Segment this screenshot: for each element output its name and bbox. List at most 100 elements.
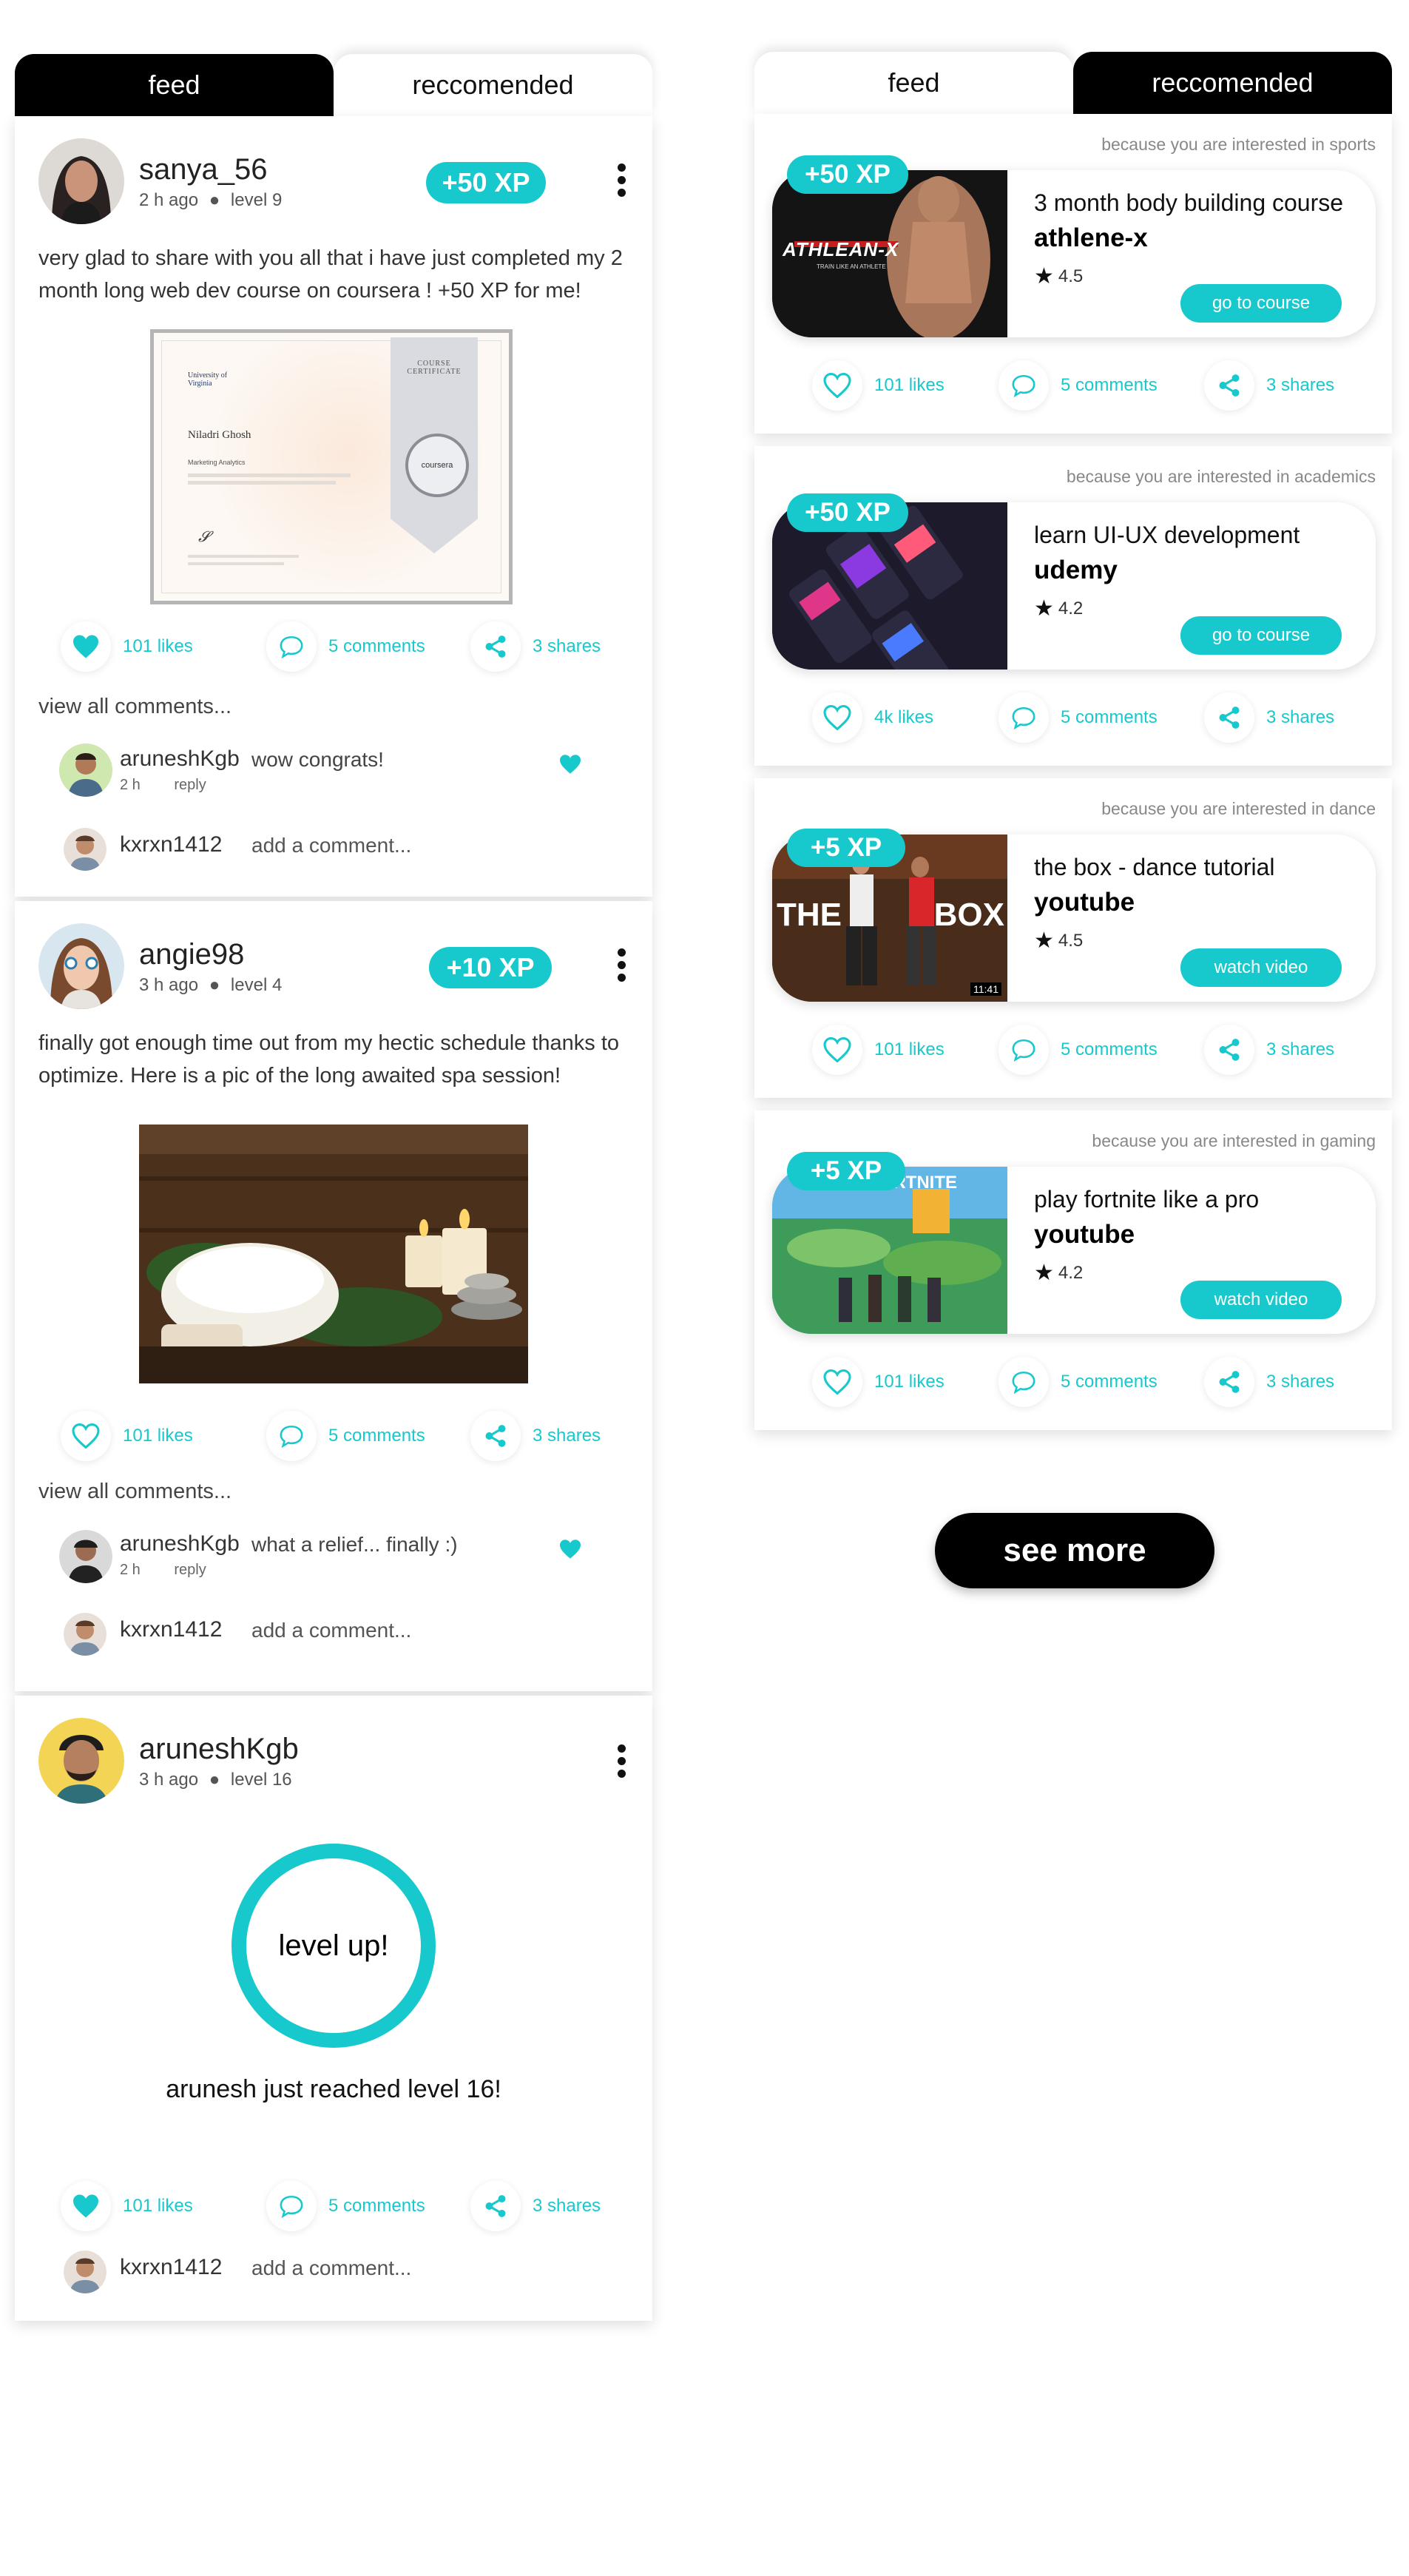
comment-button[interactable]: 5 comments	[999, 360, 1158, 411]
view-all-comments-link[interactable]: view all comments...	[38, 1480, 232, 1504]
certificate-seal: coursera	[405, 434, 469, 497]
level-up-text: level up!	[278, 1929, 389, 1962]
left-tab-feed[interactable]: feed	[15, 54, 334, 116]
watch-video-button[interactable]: watch video	[1180, 1281, 1342, 1319]
avatar[interactable]	[38, 138, 124, 224]
like-button[interactable]: 101 likes	[812, 360, 945, 411]
like-button[interactable]: 101 likes	[812, 1357, 945, 1407]
certificate-label: COURSE CERTIFICATE	[407, 360, 462, 376]
share-button[interactable]: 3 shares	[470, 2181, 601, 2231]
like-button[interactable]: 101 likes	[61, 1411, 193, 1461]
heart-icon	[823, 1037, 851, 1062]
commenter-name[interactable]: aruneshKgb	[120, 746, 240, 772]
course-rating: ★ 4.2	[1034, 596, 1083, 621]
comment-time: 2 h	[120, 777, 141, 793]
see-more-button[interactable]: see more	[935, 1513, 1214, 1588]
kebab-menu-icon[interactable]	[618, 948, 628, 986]
comment-button[interactable]: 5 comments	[999, 1357, 1158, 1407]
meta-dot: ●	[209, 1770, 220, 1790]
xp-badge: +50 XP	[787, 155, 908, 194]
share-button[interactable]: 3 shares	[470, 621, 601, 672]
current-user-avatar	[64, 2250, 107, 2293]
comment-button[interactable]: 5 comments	[266, 1411, 425, 1461]
watch-video-button[interactable]: watch video	[1180, 948, 1342, 987]
comment-icon	[280, 635, 303, 658]
video-title: the box - dance tutorial	[1034, 854, 1275, 880]
comment-button[interactable]: 5 comments	[266, 2181, 425, 2231]
comment-heart-icon[interactable]	[558, 1539, 582, 1560]
post-username[interactable]: aruneshKgb	[139, 1733, 299, 1766]
course-tile[interactable]: ATHLEAN-X TRAIN LIKE AN ATHLETE 3 month …	[772, 170, 1376, 337]
share-button[interactable]: 3 shares	[1204, 1025, 1334, 1075]
comments-count: 5 comments	[328, 1426, 425, 1446]
comment-heart-icon[interactable]	[558, 754, 582, 775]
avatar[interactable]	[38, 1718, 124, 1804]
reply-link[interactable]: reply	[174, 777, 206, 793]
commenter-avatar[interactable]	[59, 1530, 112, 1583]
view-all-comments-link[interactable]: view all comments...	[38, 695, 232, 719]
share-button[interactable]: 3 shares	[1204, 692, 1334, 743]
share-button[interactable]: 3 shares	[1204, 360, 1334, 411]
like-button[interactable]: 101 likes	[812, 1025, 945, 1075]
spa-photo[interactable]	[139, 1125, 528, 1383]
left-tab-recommended[interactable]: reccomended	[334, 54, 652, 116]
add-comment-input[interactable]: add a comment...	[251, 834, 411, 857]
right-tab-recommended[interactable]: reccomended	[1073, 52, 1392, 114]
recommendation-card: because you are interested in dance THE …	[754, 778, 1392, 1098]
post-card: sanya_56 2 h ago ● level 9 +50 XP very g…	[15, 116, 652, 897]
add-comment-input[interactable]: add a comment...	[251, 1619, 411, 1642]
meta-dot: ●	[209, 190, 220, 210]
kebab-menu-icon[interactable]	[618, 1744, 628, 1782]
post-username[interactable]: angie98	[139, 938, 244, 971]
add-comment-input[interactable]: add a comment...	[251, 2256, 411, 2280]
reply-link[interactable]: reply	[174, 1562, 206, 1578]
video-duration: 11:41	[970, 982, 1001, 996]
comments-count: 5 comments	[1061, 1039, 1158, 1059]
thumbnail-tagline: TRAIN LIKE AN ATHLETE	[817, 263, 886, 270]
heart-icon	[823, 1369, 851, 1395]
video-provider: youtube	[1034, 888, 1135, 917]
xp-badge: +5 XP	[787, 1152, 905, 1190]
signature: 𝓢	[198, 529, 210, 545]
right-tab-feed[interactable]: feed	[754, 52, 1073, 114]
star-icon: ★	[1034, 596, 1054, 621]
comment-icon	[1012, 1039, 1035, 1062]
share-button[interactable]: 3 shares	[470, 1411, 601, 1461]
recommendation-card: because you are interested in gaming FOR…	[754, 1110, 1392, 1430]
comment-button[interactable]: 5 comments	[999, 692, 1158, 743]
post-level: level 9	[230, 190, 283, 210]
rating-value: 4.5	[1058, 266, 1084, 286]
avatar[interactable]	[38, 923, 124, 1009]
star-icon: ★	[1034, 1261, 1054, 1285]
level-up-caption: arunesh just reached level 16!	[166, 2075, 501, 2103]
shares-count: 3 shares	[1266, 1372, 1335, 1392]
thumbnail-text-right: BOX	[933, 897, 1004, 933]
video-tile[interactable]: FORTNITE play fortnite like a pro youtub…	[772, 1167, 1376, 1334]
commenter-avatar[interactable]	[59, 744, 112, 797]
share-button[interactable]: 3 shares	[1204, 1357, 1334, 1407]
rating-value: 4.5	[1058, 930, 1084, 951]
recommendation-card: because you are interested in sports ATH…	[754, 114, 1392, 434]
comment-icon	[280, 2195, 303, 2218]
like-button[interactable]: 101 likes	[61, 621, 193, 672]
share-icon	[1219, 1371, 1240, 1393]
comment-time: 2 h	[120, 1562, 141, 1578]
commenter-name[interactable]: aruneshKgb	[120, 1531, 240, 1557]
post-username[interactable]: sanya_56	[139, 153, 267, 186]
level-up-ring: level up!	[232, 1844, 436, 2048]
certificate-course: Marketing Analytics	[188, 459, 246, 466]
share-icon	[485, 635, 506, 658]
comment-button[interactable]: 5 comments	[266, 621, 425, 672]
share-icon	[1219, 707, 1240, 729]
kebab-menu-icon[interactable]	[618, 163, 628, 201]
post-time: 2 h ago	[139, 190, 199, 210]
like-button[interactable]: 4k likes	[812, 692, 933, 743]
comment-button[interactable]: 5 comments	[999, 1025, 1158, 1075]
shares-count: 3 shares	[533, 2196, 601, 2216]
go-to-course-button[interactable]: go to course	[1180, 284, 1342, 323]
certificate-image[interactable]: University of Virginia Niladri Ghosh Mar…	[150, 329, 513, 604]
comment-icon	[1012, 374, 1035, 397]
left-tab-bar: feed reccomended	[15, 54, 652, 116]
go-to-course-button[interactable]: go to course	[1180, 616, 1342, 655]
like-button[interactable]: 101 likes	[61, 2181, 193, 2231]
